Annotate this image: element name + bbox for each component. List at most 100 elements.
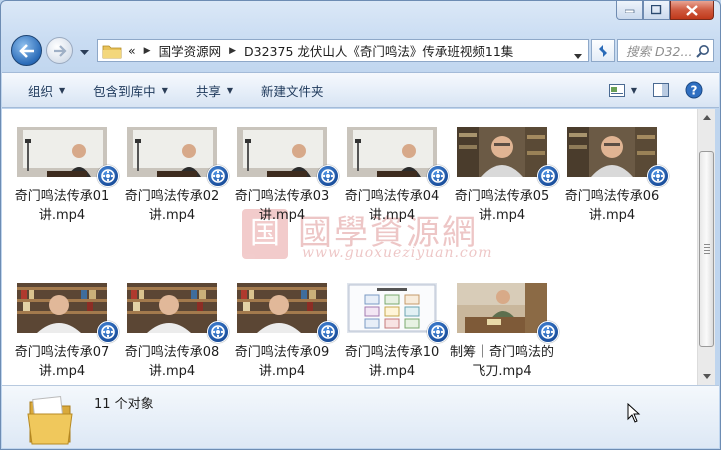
thumbnail-image [127,127,217,177]
include-in-library-menu[interactable]: 包含到库中 ▼ [79,73,182,107]
file-item[interactable]: 奇门鸣法传承03 讲.mp4 [227,127,339,225]
include-in-library-label: 包含到库中 [93,83,156,99]
file-item[interactable]: 制筹｜奇门鸣法的 飞刀.mp4 [447,283,559,381]
file-name-line-1: 奇门鸣法传承09 [234,345,330,360]
forward-button[interactable] [46,37,73,64]
file-name-line-2: 讲.mp4 [588,208,636,223]
vertical-scrollbar[interactable] [697,109,715,385]
new-folder-label: 新建文件夹 [261,83,324,99]
media-player-icon [317,165,339,187]
media-player-icon [207,321,229,343]
scroll-down-button[interactable] [698,368,715,385]
help-button[interactable]: ? [677,73,711,107]
file-name-line-2: 讲.mp4 [38,364,86,379]
file-item[interactable]: 奇门鸣法传承04 讲.mp4 [337,127,449,225]
file-name-line-2: 飞刀.mp4 [472,364,532,379]
chevron-down-icon [80,50,89,55]
recent-pages-dropdown[interactable] [80,45,89,59]
video-thumbnail[interactable] [237,283,339,343]
file-item[interactable]: 奇门鸣法传承07 讲.mp4 [7,283,119,381]
file-name: 奇门鸣法传承05 讲.mp4 [447,187,557,225]
file-name: 奇门鸣法传承09 讲.mp4 [227,343,337,381]
media-player-icon [537,165,559,187]
breadcrumb-separator-icon[interactable]: ▶ [229,46,236,56]
breadcrumb-separator-icon[interactable]: ▶ [144,46,151,56]
caption-buttons [616,1,714,20]
new-folder-button[interactable]: 新建文件夹 [247,73,338,107]
help-icon: ? [685,81,703,99]
video-thumbnail[interactable] [237,127,339,187]
search-input[interactable]: 搜索 D32... [626,41,694,60]
file-name-line-2: 讲.mp4 [148,208,196,223]
file-name-line-1: 奇门鸣法传承04 [344,189,440,204]
file-item[interactable]: 奇门鸣法传承10 讲.mp4 [337,283,449,381]
chevron-down-icon: ▼ [161,85,168,95]
svg-text:?: ? [691,84,698,98]
video-thumbnail[interactable] [457,283,559,343]
video-thumbnail[interactable] [347,127,449,187]
file-name: 奇门鸣法传承06 讲.mp4 [557,187,667,225]
file-item[interactable]: 奇门鸣法传承08 讲.mp4 [117,283,229,381]
video-thumbnail[interactable] [17,127,119,187]
video-thumbnail[interactable] [17,283,119,343]
breadcrumb-overflow[interactable]: « [128,43,136,58]
search-icon[interactable] [696,44,710,58]
file-list-view[interactable]: 国 國學資源網 www.guoxueziyuan.com 奇门鸣法传承01 讲.m… [2,109,697,385]
file-name: 奇门鸣法传承01 讲.mp4 [7,187,117,225]
media-player-icon [207,165,229,187]
search-box[interactable]: 搜索 D32... [617,39,714,62]
maximize-button[interactable] [643,1,670,20]
file-item[interactable]: 奇门鸣法传承01 讲.mp4 [7,127,119,225]
mouse-cursor-icon [627,403,641,423]
close-button[interactable] [670,1,714,20]
file-name-line-1: 奇门鸣法传承06 [564,189,660,204]
media-player-icon [97,321,119,343]
preview-pane-button[interactable] [645,73,677,107]
file-name: 奇门鸣法传承08 讲.mp4 [117,343,227,381]
chevron-down-icon [702,374,711,379]
address-dropdown-button[interactable] [574,48,582,62]
file-name-line-2: 讲.mp4 [478,208,526,223]
command-bar-right: ▼ ? [601,73,719,107]
video-thumbnail[interactable] [127,283,229,343]
scrollbar-thumb[interactable] [699,151,714,347]
thumbnail-image [347,127,437,177]
thumbnail-image [237,283,327,333]
video-thumbnail[interactable] [567,127,669,187]
file-name-line-1: 奇门鸣法传承02 [124,189,220,204]
video-thumbnail[interactable] [347,283,449,343]
video-thumbnail[interactable] [127,127,229,187]
back-button[interactable] [11,35,42,66]
change-view-button[interactable]: ▼ [601,73,645,107]
media-player-icon [427,321,449,343]
chevron-down-icon: ▼ [226,85,234,95]
thumbnail-image [237,127,327,177]
file-name-line-1: 奇门鸣法传承10 [344,345,440,360]
thumbnail-image [17,283,107,333]
video-thumbnail[interactable] [457,127,559,187]
address-bar[interactable]: « ▶ 国学资源网 ▶ D32375 龙伏山人《奇门鸣法》传承班视频11集 [97,39,589,62]
thumbnail-image [457,283,547,333]
command-bar: 组织 ▼ 包含到库中 ▼ 共享 ▼ 新建文件夹 ▼ ? [2,72,719,108]
file-item[interactable]: 奇门鸣法传承02 讲.mp4 [117,127,229,225]
refresh-icon [599,44,607,57]
forward-arrow-icon [53,44,67,57]
chevron-up-icon [702,115,711,120]
breadcrumb-item-root[interactable]: 国学资源网 [159,41,222,60]
thumbnail-image [347,283,437,333]
breadcrumb-item-current[interactable]: D32375 龙伏山人《奇门鸣法》传承班视频11集 [244,41,513,60]
share-menu[interactable]: 共享 ▼ [182,73,247,107]
minimize-button[interactable] [616,1,643,20]
chevron-down-icon[interactable]: ▼ [631,86,637,95]
file-item[interactable]: 奇门鸣法传承05 讲.mp4 [447,127,559,225]
item-count: 11 个对象 [94,397,154,412]
file-name: 制筹｜奇门鸣法的 飞刀.mp4 [447,343,557,381]
file-name-line-2: 讲.mp4 [368,208,416,223]
file-item[interactable]: 奇门鸣法传承06 讲.mp4 [557,127,669,225]
file-item[interactable]: 奇门鸣法传承09 讲.mp4 [227,283,339,381]
refresh-button[interactable] [591,39,615,62]
scroll-up-button[interactable] [698,109,715,126]
thumbnail-image [567,127,657,177]
organize-menu[interactable]: 组织 ▼ [2,73,79,107]
folder-icon [102,45,122,58]
